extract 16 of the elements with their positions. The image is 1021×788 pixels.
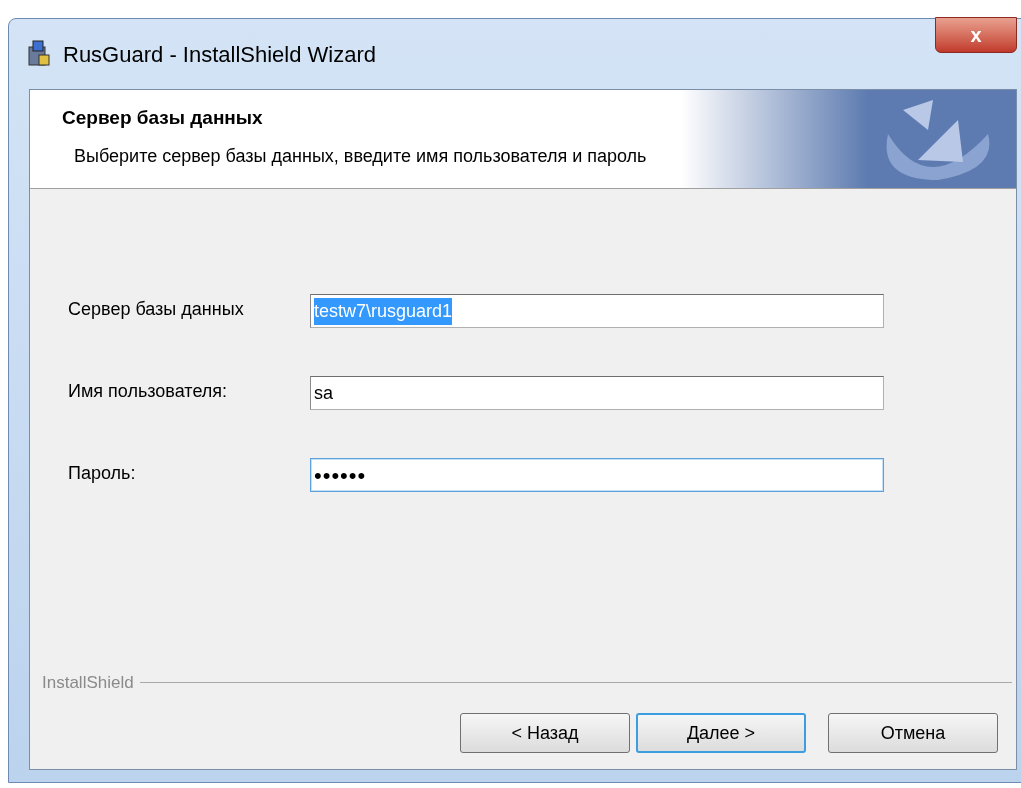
field-value: sa: [314, 381, 333, 405]
field-label: Пароль:: [68, 462, 137, 485]
installer-icon: [25, 39, 53, 69]
field-label: Имя пользователя:: [68, 380, 229, 403]
masked-value: ••••••: [314, 461, 367, 490]
window-title: RusGuard - InstallShield Wizard: [63, 40, 376, 69]
wizard-button[interactable]: < Назад: [460, 713, 630, 753]
header-title: Сервер базы данных: [62, 106, 264, 130]
wizard-button[interactable]: Далее >: [636, 713, 806, 753]
header-subtitle: Выберите сервер базы данных, введите имя пользователя и пароль: [73, 144, 647, 168]
field-value: testw7\rusguard1: [314, 297, 453, 325]
input-field[interactable]: sa: [310, 376, 884, 410]
field-label: Сервер базы данных: [68, 298, 245, 321]
installshield-label: InstallShield: [42, 671, 134, 694]
wizard-button[interactable]: Отмена: [828, 713, 998, 753]
password-field[interactable]: ••••••: [310, 458, 884, 492]
